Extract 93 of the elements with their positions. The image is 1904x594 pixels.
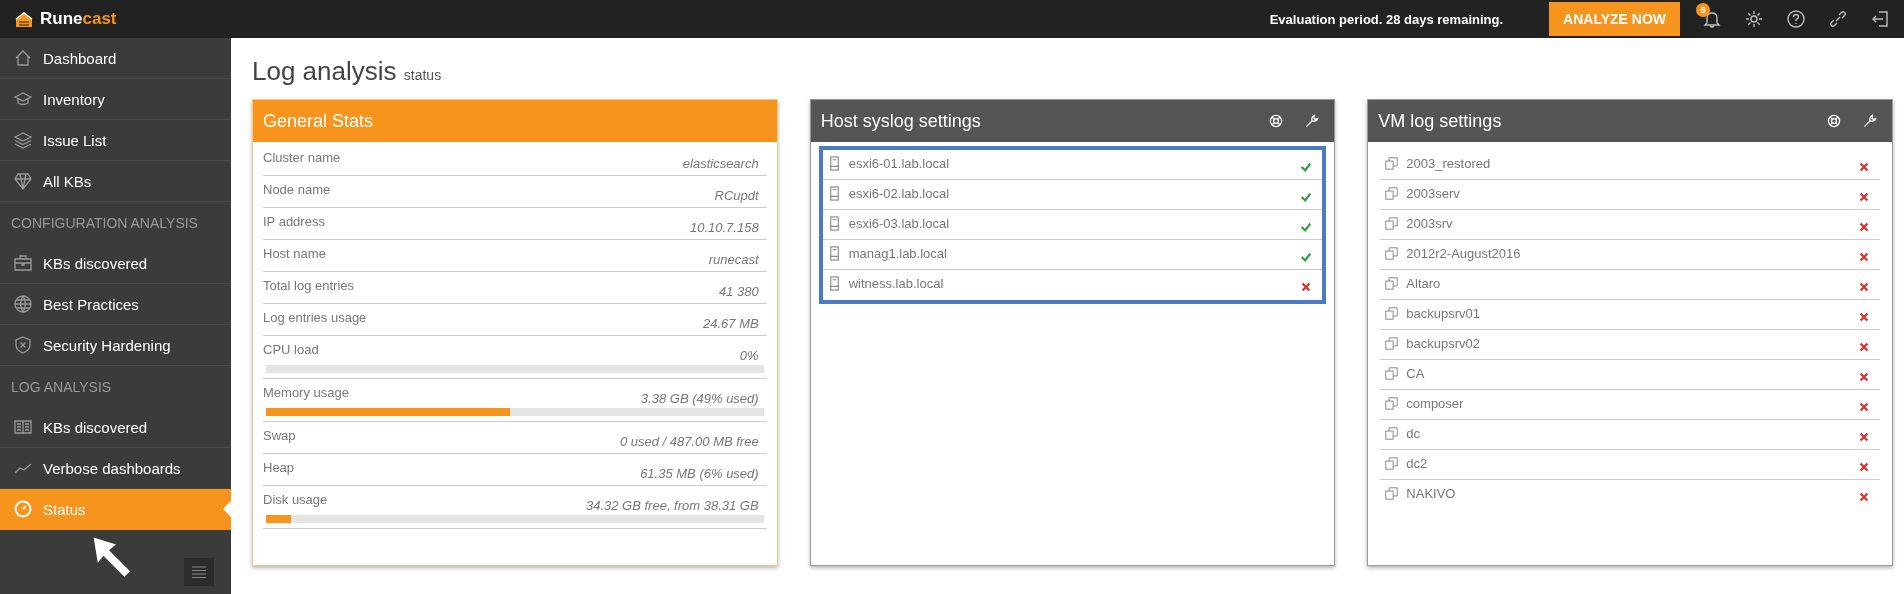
list-item-name: backupsrv02 bbox=[1406, 336, 1482, 351]
server-icon bbox=[827, 156, 841, 171]
stat-value: runecast bbox=[708, 251, 760, 267]
logo-icon bbox=[14, 9, 34, 29]
lifebuoy-icon[interactable] bbox=[1826, 113, 1842, 129]
stat-label: Cluster name bbox=[263, 150, 341, 165]
copy-icon bbox=[1385, 186, 1399, 201]
layers-icon bbox=[13, 130, 33, 150]
list-item-name: 2003serv bbox=[1406, 186, 1461, 201]
list-item-name: dc bbox=[1406, 426, 1422, 441]
sidebar-item[interactable]: Issue List bbox=[0, 120, 231, 161]
logout-icon[interactable] bbox=[1870, 9, 1890, 29]
brand-name: Runecast bbox=[40, 9, 117, 29]
stat-value: 3.38 GB (49% used) bbox=[640, 390, 760, 406]
sidebar-item[interactable]: KBs discovered bbox=[0, 407, 231, 448]
stat-value: 0% bbox=[739, 347, 760, 363]
server-icon bbox=[827, 186, 841, 201]
bell-icon[interactable] bbox=[1702, 9, 1722, 29]
menu-button[interactable] bbox=[184, 558, 214, 586]
stat-value: 0 used / 487.00 MB free bbox=[619, 433, 760, 449]
gauge-icon bbox=[13, 499, 33, 519]
stat-label: Log entries usage bbox=[263, 310, 367, 325]
wrench-icon[interactable] bbox=[1862, 113, 1878, 129]
sidebar-item[interactable]: Best Practices bbox=[0, 284, 231, 325]
stat-label: Node name bbox=[263, 182, 331, 197]
stat-value: 41 380 bbox=[718, 283, 760, 299]
page-subtitle: status bbox=[403, 67, 442, 83]
stat-label: IP address bbox=[263, 214, 325, 229]
list-item-name: esxi6-02.lab.local bbox=[848, 186, 951, 201]
notification-badge: 6 bbox=[1696, 3, 1710, 17]
copy-icon bbox=[1385, 456, 1399, 471]
stat-value: RCupdt bbox=[714, 187, 760, 203]
list-item-name: witness.lab.local bbox=[848, 276, 945, 291]
list-item-name: NAKIVO bbox=[1406, 486, 1457, 501]
panel-title: Host syslog settings bbox=[820, 110, 981, 132]
help-icon[interactable] bbox=[1786, 9, 1806, 29]
stat-label: Host name bbox=[263, 246, 326, 261]
list-item-name: backupsrv01 bbox=[1406, 306, 1482, 321]
sidebar-item[interactable]: All KBs bbox=[0, 161, 231, 202]
stat-value: 34.32 GB free, from 38.31 GB bbox=[585, 497, 760, 513]
list-item-name: 2003_restored bbox=[1406, 156, 1492, 171]
copy-icon bbox=[1385, 246, 1399, 261]
list-item-name: dc2 bbox=[1406, 456, 1429, 471]
list-item-name: 2012r2-August2016 bbox=[1406, 246, 1522, 261]
wrench-icon[interactable] bbox=[1304, 113, 1321, 129]
link-icon[interactable] bbox=[1828, 9, 1848, 29]
copy-icon bbox=[1385, 216, 1399, 231]
stat-label: Disk usage bbox=[263, 492, 328, 507]
copy-icon bbox=[1385, 306, 1399, 321]
copy-icon bbox=[1385, 276, 1399, 291]
globe-icon bbox=[13, 294, 33, 314]
briefcase-icon bbox=[13, 253, 33, 273]
stat-label: Memory usage bbox=[263, 385, 349, 400]
page-title: Log analysis bbox=[252, 56, 397, 86]
sidebar-item[interactable]: Security Hardening bbox=[0, 325, 231, 366]
server-icon bbox=[827, 246, 841, 261]
copy-icon bbox=[1385, 486, 1399, 501]
list-item-name: esxi6-03.lab.local bbox=[848, 216, 951, 231]
copy-icon bbox=[1385, 336, 1399, 351]
stat-value: 10.10.7.158 bbox=[689, 219, 760, 235]
stat-value: elasticsearch bbox=[682, 155, 760, 171]
section-heading: CONFIGURATION ANALYSIS bbox=[10, 213, 199, 233]
stat-label: Heap bbox=[263, 460, 295, 475]
sidebar-item[interactable]: KBs discovered bbox=[0, 243, 231, 284]
list-item-name: 2003srv bbox=[1406, 216, 1454, 231]
lifebuoy-icon[interactable] bbox=[1268, 113, 1285, 129]
list-item-name: esxi6-01.lab.local bbox=[848, 156, 951, 171]
list-item-name: Altaro bbox=[1406, 276, 1442, 291]
stat-value: 61.35 MB (6% used) bbox=[640, 465, 760, 481]
stat-value: 24.67 MB bbox=[703, 315, 760, 331]
section-heading: LOG ANALYSIS bbox=[10, 377, 113, 397]
copy-icon bbox=[1385, 396, 1399, 411]
list-item-name: CA bbox=[1406, 366, 1426, 381]
book-icon bbox=[13, 417, 33, 437]
evaluation-notice: Evaluation period. 28 days remaining. bbox=[1269, 11, 1504, 27]
panel-title: VM log settings bbox=[1378, 110, 1502, 132]
shield-icon bbox=[13, 335, 33, 355]
stat-label: Total log entries bbox=[263, 278, 355, 293]
copy-icon bbox=[1385, 366, 1399, 381]
panel-title: General Stats bbox=[263, 110, 374, 132]
sidebar-item[interactable]: Inventory bbox=[0, 79, 231, 120]
list-item-name: composer bbox=[1406, 396, 1465, 411]
diamond-icon bbox=[13, 171, 33, 191]
sidebar-item[interactable]: Dashboard bbox=[0, 38, 231, 79]
stat-label: CPU load bbox=[263, 342, 319, 357]
copy-icon bbox=[1385, 156, 1399, 171]
server-icon bbox=[827, 216, 841, 231]
stat-label: Swap bbox=[263, 428, 296, 443]
settings-icon[interactable] bbox=[1744, 9, 1764, 29]
server-icon bbox=[827, 276, 841, 291]
list-item-name: manag1.lab.local bbox=[848, 246, 948, 261]
copy-icon bbox=[1385, 426, 1399, 441]
house-icon bbox=[13, 48, 33, 68]
